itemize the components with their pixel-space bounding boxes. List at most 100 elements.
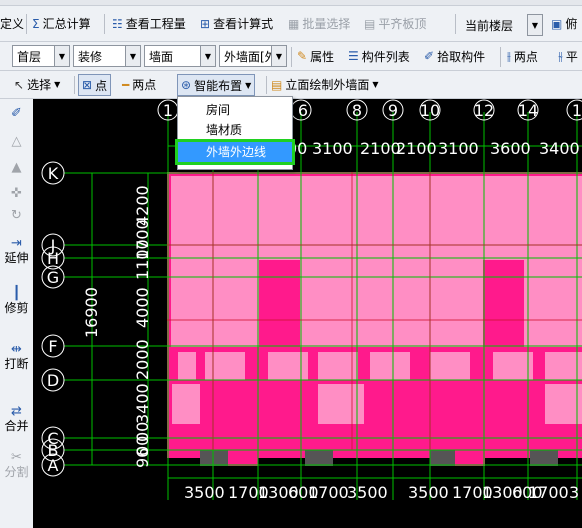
point-button[interactable]: ⊠ 点 xyxy=(78,74,112,96)
smart-layout-label: 智能布置 xyxy=(194,78,243,93)
brush-icon: ✐ xyxy=(11,106,22,121)
define-button[interactable]: 定义 xyxy=(0,6,24,41)
select-label: 选择 xyxy=(27,78,52,92)
trim-tool[interactable]: ┃ 修剪 xyxy=(3,286,30,316)
dim-label: 3500 xyxy=(347,483,388,502)
top-view-button[interactable]: ▣ 俯 xyxy=(551,6,577,41)
view-icon: ▣ xyxy=(551,16,563,31)
dim-label: 1700 xyxy=(308,483,349,502)
axis-label: 12 xyxy=(474,101,494,120)
chevron-down-icon: ▼ xyxy=(271,46,286,66)
mirror-tool[interactable]: △ xyxy=(3,135,30,149)
two-point-button[interactable]: ━ 两点 xyxy=(122,71,156,98)
batch-select-button[interactable]: ▦ 批量选择 xyxy=(288,6,350,41)
brush-tool[interactable]: ✐ xyxy=(3,107,30,121)
axis-label: 1 xyxy=(572,101,582,120)
two-point-axis-button[interactable]: ⫲ 两点 xyxy=(507,42,538,70)
trim-icon: ┃ xyxy=(12,286,21,301)
dim-label: 3500 xyxy=(184,483,225,502)
floor-scope-select[interactable]: 当前楼层 ▼ xyxy=(461,14,543,36)
move-tool[interactable]: ✜ xyxy=(3,187,30,201)
pick-component-button[interactable]: ✐ 拾取构件 xyxy=(424,42,485,70)
break-tool[interactable]: ⇹ 打断 xyxy=(3,343,30,372)
batch-icon: ▦ xyxy=(288,16,300,31)
elevation-draw-button[interactable]: ▤ 立面绘制外墙面 ▼ xyxy=(271,71,379,98)
view-formula-button[interactable]: ⊞ 查看计算式 xyxy=(200,6,273,41)
merge-label: 合并 xyxy=(4,419,29,433)
view-quantity-button[interactable]: ☷ 查看工程量 xyxy=(112,6,186,41)
axis-icon: ⫲ xyxy=(507,48,511,63)
extend-label: 延伸 xyxy=(4,251,29,265)
chevron-down-icon: ▼ xyxy=(54,46,69,66)
properties-label: 属性 xyxy=(310,49,335,64)
left-axis-labels: K J H G F D C B A xyxy=(47,164,59,475)
category-select[interactable]: 装修 ▼ xyxy=(73,45,141,67)
menu-item-room[interactable]: 房间 xyxy=(178,100,292,120)
axis-label: 9 xyxy=(388,101,398,120)
floor-value: 首层 xyxy=(17,49,42,64)
smart-layout-menu: 房间 墙材质 外墙外边线 xyxy=(175,96,295,170)
properties-button[interactable]: ✎ 属性 xyxy=(297,42,334,70)
select-button[interactable]: ↖ 选择 ▼ xyxy=(14,71,60,98)
two-point-label: 两点 xyxy=(132,78,157,92)
main-toolbar: 定义 Σ 汇总计算 ☷ 查看工程量 ⊞ 查看计算式 ▦ 批量选择 ▤ 平齐板顶 … xyxy=(0,6,582,42)
drawing-canvas[interactable]: 1 6 8 9 10 12 14 1 K J H G F D C B A 00 … xyxy=(33,99,582,528)
chevron-down-icon: ▼ xyxy=(245,80,252,90)
sigma-icon: Σ xyxy=(32,16,40,31)
axis-label: D xyxy=(47,371,59,390)
elevation-icon: ▤ xyxy=(271,77,283,92)
properties-icon: ✎ xyxy=(297,49,308,63)
point-label: 点 xyxy=(95,78,108,93)
formula-icon: ⊞ xyxy=(200,16,211,31)
type-value: 墙面 xyxy=(149,49,174,64)
axis-label: G xyxy=(47,268,59,287)
chevron-down-icon: ▼ xyxy=(54,80,61,89)
element-select[interactable]: 外墙面[外 ▼ xyxy=(219,45,287,67)
floor-select[interactable]: 首层 ▼ xyxy=(12,45,70,67)
top-dimensions: 00 3100 2100 2100 3100 3600 3400 xyxy=(287,139,580,158)
smart-layout-button[interactable]: ⊛ 智能布置 ▼ xyxy=(177,74,256,96)
rotate-tool[interactable]: ↻ xyxy=(3,209,30,223)
smart-layout-icon: ⊛ xyxy=(181,78,192,92)
split-tool[interactable]: ✂ 分割 xyxy=(3,451,30,480)
point-icon: ⊠ xyxy=(82,78,93,92)
level-slab-button[interactable]: ▤ 平齐板顶 xyxy=(364,6,426,41)
parallel-icon: ⫳ xyxy=(558,48,563,63)
top-view-label: 俯 xyxy=(565,17,578,31)
axis-label: F xyxy=(48,337,57,356)
view-quantity-label: 查看工程量 xyxy=(125,17,186,31)
mirror-icon: △ xyxy=(11,134,22,149)
merge-tool[interactable]: ⇄ 合并 xyxy=(3,405,30,434)
chevron-down-icon: ▼ xyxy=(527,14,543,36)
parallel-label: 平 xyxy=(565,49,578,64)
parallel-button[interactable]: ⫳ 平 xyxy=(558,42,578,70)
floor-scope-value: 当前楼层 xyxy=(465,18,514,33)
dim-label: 3 xyxy=(569,483,579,502)
axis-label: 10 xyxy=(420,101,440,120)
extend-tool[interactable]: ⇥ 延伸 xyxy=(3,237,30,266)
floor-plan: 1 6 8 9 10 12 14 1 K J H G F D C B A 00 … xyxy=(41,99,582,502)
axis-label: 8 xyxy=(352,101,362,120)
menu-item-exterior-wall-outline[interactable]: 外墙外边线 xyxy=(175,139,295,165)
dim-label: 1100 xyxy=(133,239,152,280)
summary-calc-button[interactable]: Σ 汇总计算 xyxy=(32,6,91,41)
summary-label: 汇总计算 xyxy=(42,17,91,31)
mirror-tool-2[interactable]: ▲ xyxy=(3,161,30,175)
dim-label: 3100 xyxy=(438,139,479,158)
axis-label: H xyxy=(47,249,59,268)
chevron-down-icon: ▼ xyxy=(200,46,215,66)
menu-item-wall-material[interactable]: 墙材质 xyxy=(178,120,292,140)
axis-label: 14 xyxy=(518,101,538,120)
elevation-draw-label: 立面绘制外墙面 xyxy=(285,78,370,92)
component-list-button[interactable]: ☰ 构件列表 xyxy=(348,42,410,70)
line-icon: ━ xyxy=(122,77,130,92)
chevron-down-icon: ▼ xyxy=(125,46,140,66)
split-label: 分割 xyxy=(4,465,29,479)
define-label: 定义 xyxy=(0,17,25,31)
stair-block-right xyxy=(483,260,524,350)
bottom-dimensions: 3500 1700 1300 600 1700 3500 3500 1700 1… xyxy=(184,483,579,502)
type-select[interactable]: 墙面 ▼ xyxy=(144,45,216,67)
batch-select-label: 批量选择 xyxy=(302,17,351,31)
chevron-down-icon: ▼ xyxy=(372,80,379,89)
level-slab-label: 平齐板顶 xyxy=(378,17,427,31)
